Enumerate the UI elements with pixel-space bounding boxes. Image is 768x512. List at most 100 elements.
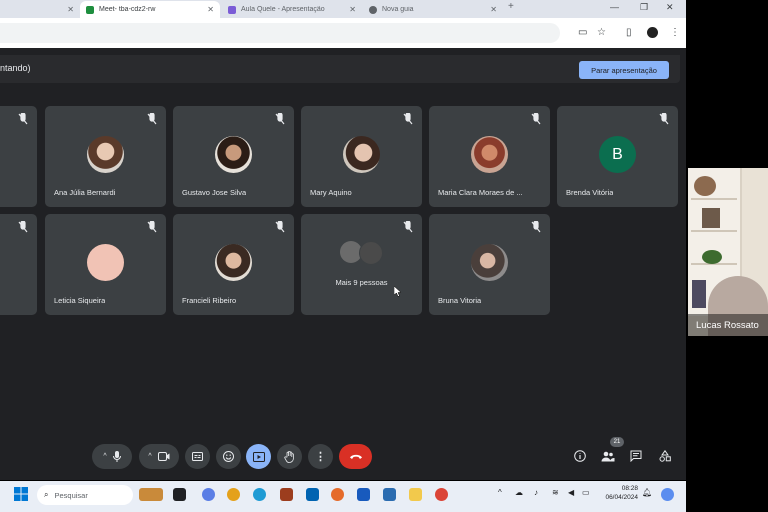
wifi-icon[interactable]: ≋: [552, 488, 559, 497]
chrome-icon[interactable]: [227, 488, 240, 501]
copilot-icon[interactable]: [202, 488, 215, 501]
close-icon[interactable]: ✕: [490, 5, 497, 14]
videocam-icon: [157, 452, 170, 461]
participant-count-badge: 21: [610, 437, 624, 447]
taskbar-clock[interactable]: 08:28 06/04/2024: [596, 484, 638, 502]
chevron-up-icon[interactable]: ^: [148, 453, 151, 460]
speaker-name: Lucas Rossato: [688, 314, 768, 336]
calculator-icon[interactable]: [383, 488, 396, 501]
chrome-active-icon[interactable]: [435, 488, 448, 501]
mic-off-icon: [531, 113, 541, 125]
star-icon[interactable]: ☆: [597, 27, 606, 38]
task-view-icon[interactable]: [173, 488, 186, 501]
store-icon[interactable]: [306, 488, 319, 501]
meeting-info-button[interactable]: [571, 447, 589, 465]
mic-off-icon: [18, 221, 28, 233]
menu-icon[interactable]: ⋮: [670, 27, 680, 38]
participant-avatar: [215, 136, 252, 173]
participant-tile[interactable]: B Brenda Vitória: [557, 106, 678, 207]
participant-avatar: [215, 244, 252, 281]
speaker-video[interactable]: Lucas Rossato: [688, 168, 768, 336]
raise-hand-button[interactable]: [277, 444, 302, 469]
captions-button[interactable]: [185, 444, 210, 469]
present-button[interactable]: [246, 444, 271, 469]
battery-icon[interactable]: ▭: [582, 488, 590, 497]
app-icon[interactable]: [280, 488, 293, 501]
close-icon[interactable]: ✕: [67, 5, 74, 14]
chat-icon: [630, 450, 642, 462]
more-options-button[interactable]: ⋮: [308, 444, 333, 469]
slides-icon: [228, 5, 236, 14]
participant-tile[interactable]: [0, 106, 37, 207]
taskbar-search-placeholder: Pesquisar: [54, 490, 88, 500]
tab-slides[interactable]: Aula Quele - Apresentação ✕: [222, 1, 362, 18]
participant-avatar: [343, 136, 380, 173]
microphone-tray-icon[interactable]: ♪: [534, 488, 538, 497]
profile-avatar[interactable]: [647, 27, 658, 38]
tab-label: Meet- tba-cdz2-rw: [99, 6, 156, 13]
camera-button[interactable]: ^: [139, 444, 179, 469]
captions-icon: [192, 452, 203, 461]
volume-icon[interactable]: ◀: [568, 488, 574, 497]
participant-tile[interactable]: Maria Clara Moraes de ...: [429, 106, 550, 207]
leave-call-button[interactable]: [339, 444, 372, 469]
search-icon: ⌕: [44, 490, 49, 499]
tab-new[interactable]: Nova guia ✕: [363, 1, 503, 18]
sidepanel-icon[interactable]: ▯: [626, 27, 632, 38]
participant-tile[interactable]: Mary Aquino: [301, 106, 422, 207]
browser-window: ✕ Meet- tba-cdz2-rw ✕ Aula Quele - Apres…: [0, 0, 686, 480]
minimize-icon[interactable]: —: [610, 2, 619, 12]
participant-tile[interactable]: Francieli Ribeiro: [173, 214, 294, 315]
microphone-button[interactable]: ^: [92, 444, 132, 469]
window-close-icon[interactable]: ✕: [666, 2, 674, 13]
globe-icon: [369, 5, 377, 14]
participant-tile[interactable]: Gustavo Jose Silva: [173, 106, 294, 207]
mic-off-icon: [275, 113, 285, 125]
maximize-icon[interactable]: ❐: [640, 2, 648, 13]
address-bar[interactable]: [0, 23, 560, 43]
windows-start-icon[interactable]: [14, 487, 28, 501]
tab-meet[interactable]: Meet- tba-cdz2-rw ✕: [80, 1, 220, 18]
close-icon[interactable]: ✕: [207, 5, 214, 14]
emoji-icon: [223, 451, 234, 462]
participant-avatar: [471, 244, 508, 281]
participant-tile[interactable]: Leticia Siqueira: [45, 214, 166, 315]
new-tab-icon[interactable]: +: [508, 1, 514, 12]
participant-tile[interactable]: [0, 214, 37, 315]
tab-label: Nova guia: [382, 6, 414, 13]
participant-name: Gustavo Jose Silva: [182, 188, 247, 197]
participant-avatar: [87, 136, 124, 173]
mic-off-icon: [403, 221, 413, 233]
tab-prev[interactable]: ✕: [0, 1, 80, 18]
meet-icon: [86, 5, 94, 14]
participant-avatar: [359, 241, 383, 265]
chevron-up-icon[interactable]: ^: [498, 488, 502, 497]
chevron-up-icon[interactable]: ^: [103, 453, 106, 460]
participant-name: Leticia Siqueira: [54, 296, 106, 305]
more-people-label: Mais 9 pessoas: [335, 278, 388, 287]
copilot-tray-icon[interactable]: [661, 488, 674, 501]
participant-name: Brenda Vitória: [566, 188, 614, 197]
participant-tile[interactable]: Ana Júlia Bernardi: [45, 106, 166, 207]
chat-button[interactable]: [627, 447, 645, 465]
emoji-button[interactable]: [216, 444, 241, 469]
cloud-icon[interactable]: ☁: [515, 488, 523, 497]
participant-name: Mary Aquino: [310, 188, 352, 197]
more-people-tile[interactable]: Mais 9 pessoas: [301, 214, 422, 315]
close-icon[interactable]: ✕: [349, 5, 356, 14]
people-button[interactable]: [599, 447, 617, 465]
stop-presenting-button[interactable]: Parar apresentação: [579, 61, 669, 79]
firefox-icon[interactable]: [331, 488, 344, 501]
hand-icon: [284, 450, 294, 463]
presenting-label: ntando): [0, 63, 31, 73]
word-icon[interactable]: [357, 488, 370, 501]
camera-icon[interactable]: ▭: [578, 27, 587, 38]
widget-icon[interactable]: [139, 488, 163, 501]
edge-icon[interactable]: [253, 488, 266, 501]
notifications-icon[interactable]: 🔔︎: [642, 488, 652, 497]
taskbar-search[interactable]: ⌕ Pesquisar: [37, 485, 133, 505]
mic-off-icon: [147, 221, 157, 233]
file-explorer-icon[interactable]: [409, 488, 422, 501]
participant-tile[interactable]: Bruna Vitoria: [429, 214, 550, 315]
activities-button[interactable]: [656, 447, 674, 465]
